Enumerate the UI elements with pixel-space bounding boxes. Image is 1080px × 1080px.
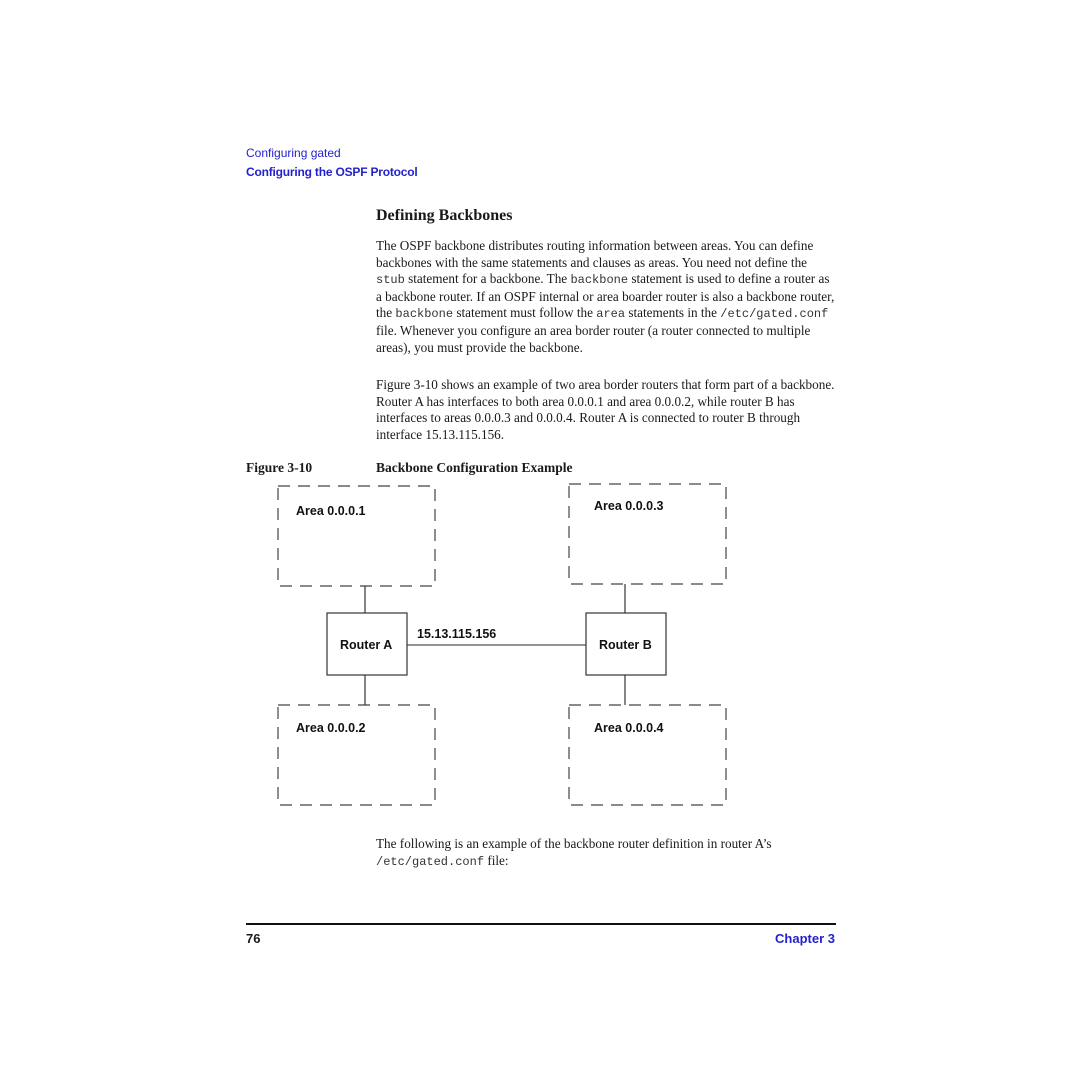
area-box-0004 [568,704,727,806]
router-b-label: Router B [599,638,652,652]
backbone-diagram: Area 0.0.0.1 Area 0.0.0.3 Area 0.0.0.2 A… [277,483,727,806]
router-a-label: Router A [340,638,392,652]
area-label-0004: Area 0.0.0.4 [594,721,664,735]
area-label-0001: Area 0.0.0.1 [296,504,366,518]
page-number: 76 [246,931,261,946]
code-path: /etc/gated.conf [376,854,485,869]
area-box-0002 [277,704,436,806]
area-box-0001 [277,485,436,587]
text: file: [484,852,509,868]
interface-address-label: 15.13.115.156 [417,627,496,641]
text: The following is an example of the backb… [376,836,772,851]
footer-rule [246,923,836,925]
chapter-link[interactable]: Chapter 3 [775,931,835,946]
paragraph-example-intro: The following is an example of the backb… [376,836,836,870]
area-label-0002: Area 0.0.0.2 [296,721,366,735]
area-label-0003: Area 0.0.0.3 [594,499,664,513]
